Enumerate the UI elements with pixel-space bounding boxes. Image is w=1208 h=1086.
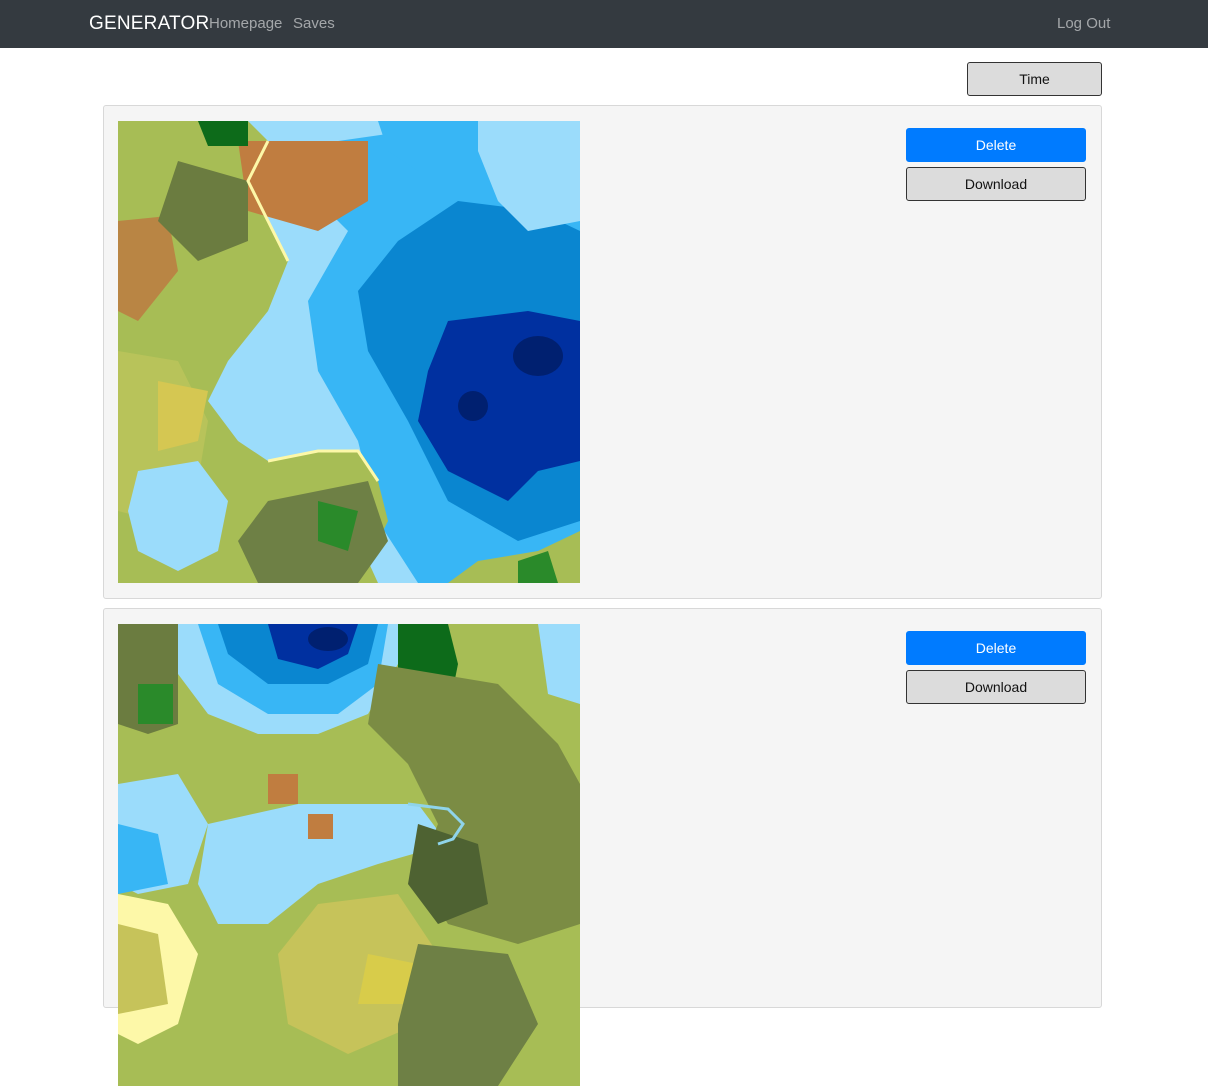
save-card: Delete Download bbox=[103, 105, 1102, 599]
nav-link-homepage[interactable]: Homepage bbox=[209, 14, 282, 34]
download-button[interactable]: Download bbox=[906, 167, 1086, 201]
sort-by-time-button[interactable]: Time bbox=[967, 62, 1102, 96]
logout-link[interactable]: Log Out bbox=[1057, 14, 1110, 34]
map-preview-image bbox=[118, 121, 580, 583]
brand-logo[interactable]: GENERATOR bbox=[89, 12, 209, 36]
nav-link-saves[interactable]: Saves bbox=[293, 14, 335, 34]
top-navbar: GENERATOR Homepage Saves Log Out bbox=[0, 0, 1208, 48]
download-button[interactable]: Download bbox=[906, 670, 1086, 704]
map-preview-image bbox=[118, 624, 580, 1086]
delete-button[interactable]: Delete bbox=[906, 631, 1086, 665]
delete-button[interactable]: Delete bbox=[906, 128, 1086, 162]
save-card: Delete Download bbox=[103, 608, 1102, 1086]
